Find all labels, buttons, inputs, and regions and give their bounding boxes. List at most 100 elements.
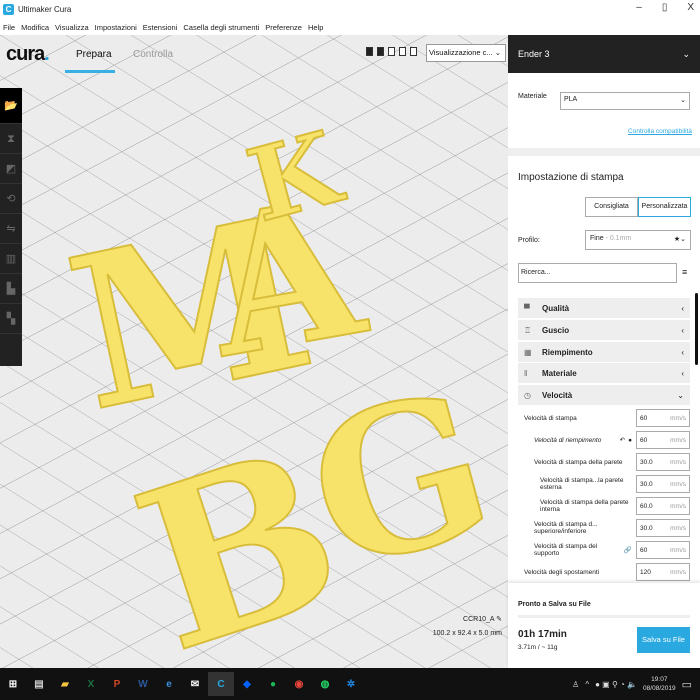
profile-select[interactable]: Fine - 0.1mm ★⌄ — [585, 230, 691, 250]
menu-modifica[interactable]: Modifica — [21, 23, 49, 32]
mirror-tool-icon[interactable]: ⇋ — [0, 214, 22, 244]
recommended-mode-button[interactable]: Consigliata — [585, 197, 638, 217]
printer-selector[interactable]: Ender 3 ⌄ — [508, 35, 700, 73]
view-right-icon[interactable] — [410, 47, 417, 56]
menu-estensioni[interactable]: Estensioni — [143, 23, 178, 32]
material-label: Materiale — [518, 93, 547, 100]
clock-date[interactable]: 08/08/2019 — [643, 684, 676, 693]
people-icon[interactable]: ♙ — [572, 680, 579, 689]
setting-row: Velocità degli spostamenti 120 mm/s — [518, 562, 690, 582]
3d-viewport[interactable]: M A K B G cura. Prepara Controlla Visual… — [0, 35, 508, 668]
tray-icons[interactable]: ● ▣ ⚲ ◔ 🔈 — [595, 680, 637, 689]
move-tool-icon[interactable]: ⧗ — [0, 124, 22, 154]
setting-input[interactable]: 120 mm/s — [636, 563, 690, 581]
category-guscio[interactable]: ♖ Guscio ‹ — [518, 320, 690, 340]
per-model-settings-icon[interactable]: ▥ — [0, 244, 22, 274]
whatsapp-icon[interactable]: ◍ — [312, 672, 338, 696]
setting-input[interactable]: 30.0 mm/s — [636, 519, 690, 537]
chevron-left-icon: ‹ — [681, 368, 684, 378]
category-qualita[interactable]: ▀ Qualità ‹ — [518, 298, 690, 318]
menu-strumenti[interactable]: Casella degli strumenti — [183, 23, 259, 32]
save-to-file-button[interactable]: Salva su File — [637, 627, 690, 653]
menu-bar: File Modifica Visualizza Impostazioni Es… — [0, 20, 323, 34]
setting-input[interactable]: 30.0 mm/s — [636, 475, 690, 493]
view-left-icon[interactable] — [399, 47, 406, 56]
app-icon[interactable]: ✲ — [338, 672, 364, 696]
setting-row: Velocità di stampa della parete 30.0 mm/s — [518, 452, 690, 472]
task-view-icon[interactable]: ▤ — [26, 672, 52, 696]
support-blocker-icon[interactable]: ▙ — [0, 274, 22, 304]
windows-start-icon[interactable]: ⊞ — [0, 672, 26, 696]
setting-input[interactable]: 60 mm/s — [636, 541, 690, 559]
chrome-icon[interactable]: ◉ — [286, 672, 312, 696]
tab-prepara[interactable]: Prepara — [76, 49, 112, 60]
settings-visibility-menu-icon[interactable]: ≡ — [682, 267, 687, 277]
tab-controlla[interactable]: Controlla — [133, 49, 173, 60]
view-type-select[interactable]: Visualizzazione c... ⌄ — [426, 44, 506, 62]
left-toolbar: 📂 ⧗ ◩ ⟲ ⇋ ▥ ▙ ▚ — [0, 88, 22, 366]
link-icon[interactable]: 🔗 — [624, 546, 632, 554]
progress-bar — [518, 615, 690, 618]
powerpoint-icon[interactable]: P — [104, 672, 130, 696]
material-select[interactable]: PLA ⌄ — [560, 92, 690, 110]
clock-time[interactable]: 19:07 — [643, 675, 676, 684]
open-file-icon[interactable]: 📂 — [0, 88, 22, 124]
view-type-value: Visualizzazione c... — [429, 48, 493, 57]
chevron-down-icon: ⌄ — [682, 48, 690, 59]
info-icon[interactable]: ● — [628, 437, 632, 444]
window-title: Ultimaker Cura — [18, 4, 72, 14]
material-usage: 3.71m / ~ 11g — [518, 644, 558, 651]
speed-icon: ◷ — [524, 390, 531, 400]
material-icon: ‖ — [524, 368, 528, 378]
category-materiale[interactable]: ‖ Materiale ‹ — [518, 363, 690, 383]
setting-input[interactable]: 60 mm/s — [636, 431, 690, 449]
menu-file[interactable]: File — [3, 23, 15, 32]
tray-chevron-icon[interactable]: ^ — [585, 680, 589, 689]
star-chevron-icon: ★⌄ — [673, 236, 686, 243]
notification-icon[interactable]: ▭ — [682, 678, 692, 691]
edge-icon[interactable]: e — [156, 672, 182, 696]
minimize-button[interactable]: – — [636, 2, 642, 13]
maximize-button[interactable]: ▯ — [662, 2, 668, 13]
spotify-icon[interactable]: ● — [260, 672, 286, 696]
view-3d-icon[interactable] — [366, 47, 373, 56]
category-velocita[interactable]: ◷ Velocità ⌄ — [518, 385, 690, 405]
word-icon[interactable]: W — [130, 672, 156, 696]
mail-icon[interactable]: ✉ — [182, 672, 208, 696]
close-button[interactable]: X — [687, 2, 694, 13]
print-settings-title: Impostazione di stampa — [518, 172, 624, 183]
menu-impostazioni[interactable]: Impostazioni — [95, 23, 137, 32]
extra-tool-icon[interactable]: ▚ — [0, 304, 22, 334]
edit-pencil-icon[interactable]: ✎ — [496, 616, 502, 623]
setting-input[interactable]: 30.0 mm/s — [636, 453, 690, 471]
title-bar: C Ultimaker Cura – ▯ X — [0, 0, 700, 18]
object-dimensions: 100.2 x 92.4 x 5.0 mm — [432, 630, 502, 637]
setting-input[interactable]: 60.0 mm/s — [636, 497, 690, 515]
dropbox-icon[interactable]: ◆ — [234, 672, 260, 696]
settings-search-input[interactable]: Ricerca... — [518, 263, 677, 283]
menu-preferenze[interactable]: Preferenze — [265, 23, 302, 32]
view-top-icon[interactable] — [388, 47, 395, 56]
view-front-icon[interactable] — [377, 47, 384, 56]
cura-taskbar-icon[interactable]: C — [208, 672, 234, 696]
category-riempimento[interactable]: ▦ Riempimento ‹ — [518, 342, 690, 362]
rotate-tool-icon[interactable]: ⟲ — [0, 184, 22, 214]
file-explorer-icon[interactable]: ▰ — [52, 672, 78, 696]
printer-name: Ender 3 — [518, 49, 550, 59]
menu-visualizza[interactable]: Visualizza — [55, 23, 89, 32]
setting-row: Velocità di stampa del supporto 🔗 60 mm/s — [518, 540, 690, 560]
reset-icon[interactable]: ↶ — [620, 436, 625, 444]
windows-taskbar: ⊞ ▤ ▰ X P W e ✉ C ◆ ● ◉ ◍ ✲ ♙ ^ ● ▣ ⚲ ◔ … — [0, 668, 700, 700]
menu-help[interactable]: Help — [308, 23, 323, 32]
custom-mode-button[interactable]: Personalizzata — [638, 197, 691, 217]
excel-icon[interactable]: X — [78, 672, 104, 696]
chevron-left-icon: ‹ — [681, 325, 684, 335]
scale-tool-icon[interactable]: ◩ — [0, 154, 22, 184]
setting-row: Velocità di stampa 60 mm/s — [518, 408, 690, 428]
setting-input[interactable]: 60 mm/s — [636, 409, 690, 427]
active-tab-indicator — [65, 70, 115, 73]
check-compatibility-link[interactable]: Controlla compatibilità — [628, 128, 692, 135]
cura-logo: cura. — [6, 43, 50, 65]
chevron-down-icon: ⌄ — [494, 48, 502, 57]
settings-scrollbar[interactable] — [695, 293, 698, 365]
